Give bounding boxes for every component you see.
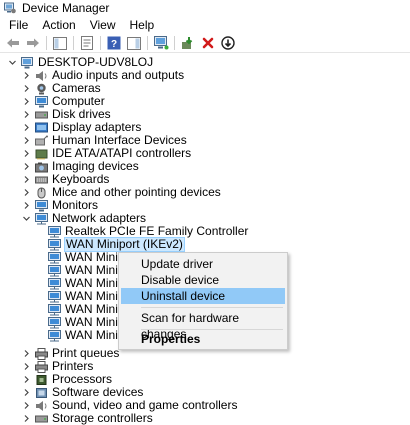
menu-uninstall-device[interactable]: Uninstall device [121,288,285,304]
menu-properties[interactable]: Properties [121,331,285,347]
monitor-scan-icon [153,36,168,50]
menu-help[interactable]: Help [123,16,162,34]
menu-bar: File Action View Help [0,16,410,34]
menu-file[interactable]: File [0,16,35,34]
software-device-icon [35,387,48,399]
svg-text:?: ? [111,39,117,50]
network-adapter-icon [48,329,61,342]
hid-icon [35,135,48,147]
menu-view[interactable]: View [83,16,123,34]
toolbar-separator [73,36,74,50]
expand-chevron-icon[interactable] [22,110,31,119]
expand-chevron-icon[interactable] [22,362,31,371]
expand-chevron-icon[interactable] [22,201,31,210]
context-menu: Update driver Disable device Uninstall d… [118,252,288,350]
back-button[interactable] [5,35,21,51]
expand-chevron-icon[interactable] [22,375,31,384]
speaker-icon [35,70,48,82]
expand-chevron-icon[interactable] [22,388,31,397]
expand-chevron-icon[interactable] [22,149,31,158]
expand-chevron-icon[interactable] [22,401,31,410]
category-audio[interactable]: Audio inputs and outputs [22,69,184,82]
expand-chevron-icon[interactable] [22,84,31,93]
menu-update-driver[interactable]: Update driver [121,256,285,272]
properties-sheet-icon [81,36,93,50]
disk-drive-icon [35,109,48,121]
properties-toolbar-button[interactable] [79,35,95,51]
printer-icon [35,360,48,373]
back-arrow-icon [7,38,19,48]
network-adapter-icon [48,316,61,329]
camera-icon [35,83,48,95]
network-adapter-icon [35,212,48,225]
title-bar: Device Manager [0,0,410,16]
update-driver-toolbar-button[interactable] [180,35,196,51]
network-adapter-icon [48,251,61,264]
expand-chevron-icon[interactable] [22,97,31,106]
help-icon: ? [107,36,121,50]
network-adapter-icon [48,277,61,290]
disable-toolbar-button[interactable] [220,35,236,51]
toolbar-separator [46,36,47,50]
processor-icon [35,374,48,386]
disable-arrow-icon [221,36,235,50]
keyboard-icon [35,174,48,186]
toolbar-separator [174,36,175,50]
toolbar: ? [0,34,410,53]
expand-chevron-icon[interactable] [22,162,31,171]
monitor-icon [35,95,48,108]
device-tree[interactable]: DESKTOP-UDV8LOJ Audio inputs and outputs… [0,54,410,425]
expand-chevron-icon[interactable] [22,349,31,358]
monitor-icon [35,199,48,212]
action-pane-icon [127,36,141,50]
update-driver-icon [182,37,193,49]
toolbar-separator [100,36,101,50]
expand-chevron-icon[interactable] [22,136,31,145]
collapse-chevron-icon[interactable] [22,214,31,223]
red-x-icon [202,37,214,49]
forward-button[interactable] [25,35,41,51]
scan-hardware-button[interactable] [153,35,169,51]
ide-controller-icon [35,148,48,160]
expand-chevron-icon[interactable] [22,123,31,132]
menu-disable-device[interactable]: Disable device [121,272,285,288]
action-pane-button[interactable] [126,35,142,51]
network-adapter-icon [48,290,61,303]
category-storage-controllers[interactable]: Storage controllers [22,412,153,425]
menu-separator [141,307,283,308]
network-adapter-icon [48,264,61,277]
expand-chevron-icon[interactable] [22,71,31,80]
window-title: Device Manager [22,1,110,15]
toolbar-separator [147,36,148,50]
menu-action[interactable]: Action [35,16,82,34]
forward-arrow-icon [27,38,39,48]
storage-controller-icon [35,413,48,425]
device-manager-icon [4,2,16,14]
printer-icon [35,347,48,360]
network-adapter-icon [48,238,61,251]
expand-chevron-icon[interactable] [22,175,31,184]
help-button[interactable]: ? [106,35,122,51]
network-adapter-icon [48,303,61,316]
category-label: Storage controllers [52,411,153,425]
computer-icon [21,56,34,69]
uninstall-toolbar-button[interactable] [200,35,216,51]
console-tree-icon [53,36,67,50]
mouse-icon [35,187,48,199]
menu-scan-hardware[interactable]: Scan for hardware changes [121,310,285,341]
network-adapter-icon [48,225,61,238]
imaging-device-icon [35,161,48,173]
expand-chevron-icon[interactable] [22,188,31,197]
speaker-icon [35,400,48,412]
show-hide-console-tree-button[interactable] [52,35,68,51]
menu-separator [141,329,283,330]
display-adapter-icon [35,122,48,134]
collapse-chevron-icon[interactable] [8,58,17,67]
